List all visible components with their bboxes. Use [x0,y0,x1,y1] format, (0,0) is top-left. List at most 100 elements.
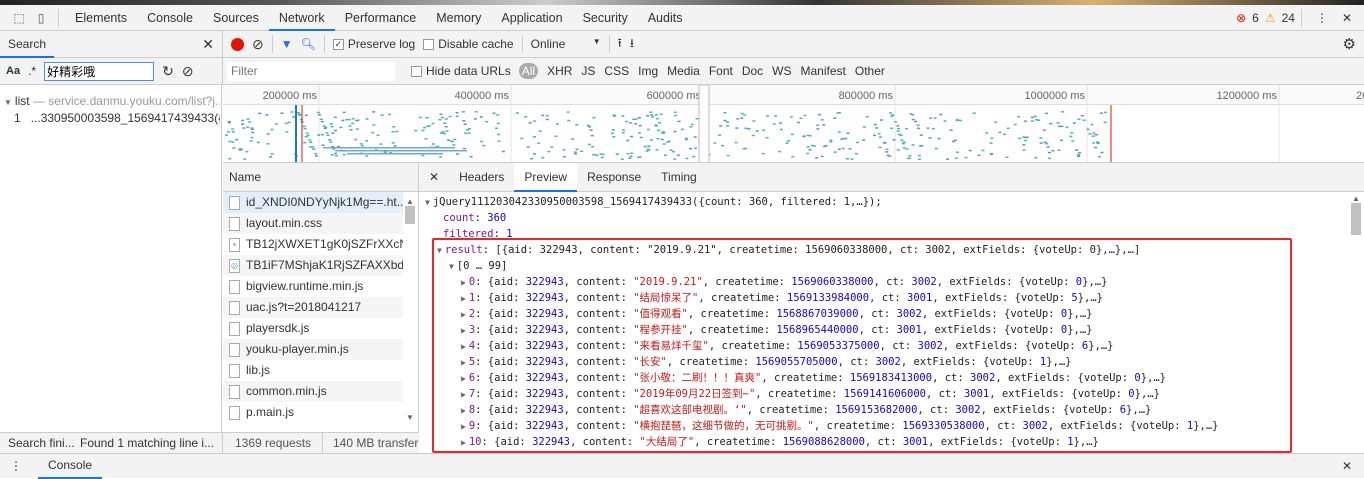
filter-icon[interactable]: ▼ [281,37,293,51]
timeline-request-mark [651,115,655,118]
timeline-request-mark [325,132,329,134]
request-row[interactable]: lib.js [223,360,403,381]
timeline-selection-handle[interactable] [698,85,710,163]
timeline-request-mark [815,157,819,159]
filter-type-ws[interactable]: WS [772,64,791,78]
error-count[interactable]: 6 [1252,11,1259,25]
timeline-request-mark [1097,155,1101,158]
clear-search-icon[interactable]: ⊘ [182,63,194,80]
search-icon[interactable]: 🔍︎ [301,37,316,51]
timeline-request-mark [994,121,998,123]
filter-type-img[interactable]: Img [638,64,658,78]
refresh-icon[interactable]: ↻ [162,63,174,80]
close-drawer-icon[interactable]: ✕ [1342,459,1352,473]
record-button-icon[interactable] [231,37,244,51]
request-row[interactable]: layout.min.css [223,213,403,234]
search-input[interactable] [44,61,155,81]
match-case-toggle[interactable]: Aa [6,65,20,77]
drawer-tab-console[interactable]: Console [38,454,103,479]
timeline-request-mark [833,151,837,153]
timeline-request-mark [265,114,269,116]
filter-type-js[interactable]: JS [581,64,595,78]
search-panel-title[interactable]: Search [0,31,55,58]
search-result-group[interactable]: ▼ list — service.danmu.youku.com/list?j..… [4,94,220,108]
request-row[interactable]: common.min.js [223,381,403,402]
search-result-line[interactable]: 1 ...330950003598_1569417439433({... [14,111,220,125]
settings-gear-icon[interactable]: ⚙ [1343,35,1356,53]
throttling-select[interactable]: Online ▼ [531,37,601,51]
device-toolbar-icon[interactable]: ▯ [30,11,52,25]
close-details-icon[interactable]: ✕ [419,170,449,184]
name-column-header[interactable]: Name [223,163,418,192]
tab-audits[interactable]: Audits [638,5,693,31]
timeline-request-mark [573,152,577,155]
network-overview-timeline[interactable]: 200000 ms 400000 ms 600000 ms 800000 ms 1000… [223,85,1364,163]
detail-tab-headers[interactable]: Headers [449,163,514,192]
filter-type-manifest[interactable]: Manifest [801,64,846,78]
disable-cache-checkbox[interactable]: Disable cache [423,37,514,51]
request-row[interactable]: bigview.runtime.min.js [223,276,403,297]
tab-application[interactable]: Application [491,5,572,31]
filter-type-css[interactable]: CSS [604,64,629,78]
inspect-element-icon[interactable]: ⬚ [8,11,30,25]
throttling-value: Online [530,37,566,51]
timeline-request-mark [917,154,921,157]
hide-data-urls-checkbox[interactable]: Hide data URLs [411,64,511,78]
filter-input[interactable] [227,61,395,81]
detail-tab-timing[interactable]: Timing [651,163,707,192]
request-row[interactable]: playersdk.js [223,318,403,339]
tab-performance[interactable]: Performance [335,5,427,31]
request-row[interactable]: p.main.js [223,402,403,423]
tab-sources[interactable]: Sources [203,5,269,31]
timeline-request-mark [455,111,459,114]
request-row[interactable]: uac.js?t=2018041217 [223,297,403,318]
timeline-request-mark [1103,111,1107,114]
timeline-request-mark [591,145,595,148]
timeline-request-mark [243,158,247,160]
filter-type-media[interactable]: Media [667,64,700,78]
tab-elements[interactable]: Elements [65,5,137,31]
filter-type-other[interactable]: Other [855,64,885,78]
request-row[interactable]: ▪ TB12jXWXET1gK0jSZFrXXcNC [223,234,403,255]
document-file-icon [229,279,240,294]
timeline-request-mark [348,125,352,127]
tab-memory[interactable]: Memory [426,5,491,31]
timeline-request-mark [968,149,972,152]
warning-count[interactable]: 24 [1282,11,1295,25]
request-row[interactable]: ◎ TB1iF7MShjaK1RjSZFAXXbdLI [223,255,403,276]
tab-security[interactable]: Security [573,5,638,31]
search-status: Search fini... [8,436,75,450]
filter-type-all[interactable]: All [518,63,539,79]
detail-tab-preview[interactable]: Preview [514,162,578,192]
timeline-request-mark [1090,123,1094,126]
filter-type-doc[interactable]: Doc [742,64,763,78]
timeline-request-mark [1034,156,1038,159]
request-row[interactable]: youku-player.min.js [223,339,403,360]
count-property[interactable]: count: 360 [443,210,506,226]
timeline-request-mark [954,157,958,159]
timeline-request-mark [902,141,906,143]
more-menu-icon[interactable]: ⋮ [1308,11,1336,25]
drawer-menu-icon[interactable]: ⋮ [0,459,32,473]
timeline-request-mark [806,152,810,155]
request-list-scrollbar[interactable]: ▲ ▼ [404,197,416,422]
preview-scrollbar[interactable]: ▲ [1350,194,1362,452]
filter-type-xhr[interactable]: XHR [547,64,572,78]
timeline-request-mark [342,153,346,156]
preview-root[interactable]: ▼ jQuery111203042330950003598_15694174394… [425,194,882,210]
close-icon[interactable]: ✕ [1342,11,1352,25]
filter-type-font[interactable]: Font [709,64,733,78]
clear-icon[interactable]: ⊘ [252,36,264,53]
timeline-request-mark [365,155,369,157]
timeline-request-mark [779,122,783,124]
regex-toggle[interactable]: .* [28,64,36,78]
request-row[interactable]: id_XNDI0NDYyNjk1Mg==.ht... [223,192,403,213]
tab-network[interactable]: Network [268,5,335,31]
timeline-request-mark [818,113,822,116]
detail-tab-response[interactable]: Response [577,163,651,192]
tab-console[interactable]: Console [137,5,203,31]
import-har-icon[interactable]: ⭱ [618,34,622,55]
close-search-icon[interactable]: ✕ [202,36,214,53]
export-har-icon[interactable]: ⭳ [630,34,634,55]
preserve-log-checkbox[interactable]: ✓ Preserve log [332,37,415,51]
